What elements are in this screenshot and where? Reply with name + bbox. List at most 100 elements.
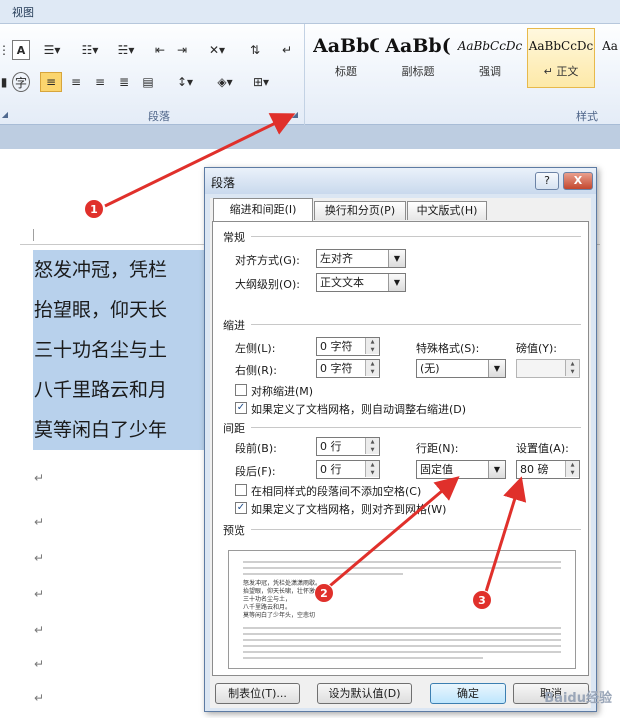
dialog-launcher-icon[interactable]: ◢ [290, 110, 300, 120]
line-spacing-select[interactable]: 固定值 ▼ [416, 460, 506, 479]
line-spacing-icon[interactable]: ↕▾ [170, 72, 200, 92]
space-before-input[interactable]: 0 行 ▲ ▼ [316, 437, 380, 456]
spin-up-icon[interactable]: ▲ [565, 461, 579, 469]
special-indent-label: 特殊格式(S): [416, 342, 480, 355]
highlight-icon[interactable]: ▮ [0, 72, 8, 92]
style-name: 标题 [335, 65, 357, 78]
style-heading[interactable]: AaBbC( 标题 [312, 28, 380, 88]
outline-level-select[interactable]: 正文文本 ▼ [316, 273, 406, 292]
chevron-down-icon: ▼ [388, 250, 405, 267]
outline-level-label: 大纲级别(O): [235, 278, 300, 291]
indent-by-input[interactable]: ▲ ▼ [516, 359, 580, 378]
doc-line[interactable]: 抬望眼，仰天长 [33, 290, 205, 330]
left-indent-label: 左侧(L): [235, 342, 276, 355]
decrease-indent-icon[interactable]: ⇤ [150, 40, 170, 60]
shading-icon[interactable]: ◈▾ [210, 72, 240, 92]
style-normal[interactable]: AaBbCcDc ↵ 正文 [527, 28, 595, 88]
right-indent-value: 0 字符 [320, 362, 353, 375]
spin-up-icon[interactable]: ▲ [565, 360, 579, 368]
justify-icon[interactable]: ≣ [114, 72, 134, 92]
font-color-icon[interactable]: ⋮ [0, 40, 10, 60]
alignment-select[interactable]: 左对齐 ▼ [316, 249, 406, 268]
chevron-down-icon: ▼ [488, 360, 505, 377]
paragraph-mark: ↵ [34, 471, 45, 485]
close-button[interactable]: X [563, 172, 593, 190]
tab-view[interactable]: 视图 [12, 4, 34, 20]
sort-icon[interactable]: ⇅ [244, 40, 266, 60]
special-indent-select[interactable]: (无) ▼ [416, 359, 506, 378]
style-preview: AaBbCcDc [457, 39, 523, 53]
ribbon-tab-bar: 视图 [0, 0, 620, 24]
paragraph-group-label: 段落 [148, 110, 170, 123]
chinese-layout-icon[interactable]: ✕▾ [202, 40, 232, 60]
style-subtitle[interactable]: AaBb( 副标题 [384, 28, 452, 88]
spacing-at-input[interactable]: 80 磅 ▲ ▼ [516, 460, 580, 479]
char-border-icon[interactable]: A [12, 40, 30, 60]
spin-down-icon[interactable]: ▼ [565, 469, 579, 477]
spin-down-icon[interactable]: ▼ [565, 368, 579, 376]
borders-icon[interactable]: ⊞▾ [246, 72, 276, 92]
spin-up-icon[interactable]: ▲ [365, 360, 379, 368]
tab-asian-typography[interactable]: 中文版式(H) [407, 201, 487, 220]
space-after-input[interactable]: 0 行 ▲ ▼ [316, 460, 380, 479]
style-preview: AaBbCcDc [528, 39, 594, 53]
space-before-label: 段前(B): [235, 442, 277, 455]
align-center-icon[interactable]: ≡ [66, 72, 86, 92]
auto-adjust-label: 如果定义了文档网格，则自动调整右缩进(D) [251, 403, 467, 416]
distributed-icon[interactable]: ▤ [138, 72, 158, 92]
preview-line: 三十功名尘与土， [243, 596, 292, 603]
doc-line[interactable]: 三十功名尘与土 [33, 330, 205, 370]
indent-by-label: 磅值(Y): [516, 342, 558, 355]
preview-prev-para [243, 561, 561, 563]
doc-line[interactable]: 八千里路云和月 [33, 370, 205, 410]
align-left-icon[interactable]: ≡ [40, 72, 62, 92]
marker-3: 3 [472, 590, 492, 610]
spin-up-icon[interactable]: ▲ [365, 461, 379, 469]
style-more[interactable]: Aa [600, 28, 620, 88]
auto-adjust-checkbox[interactable]: ✓ [235, 402, 247, 414]
spin-down-icon[interactable]: ▼ [365, 368, 379, 376]
snap-to-grid-label: 如果定义了文档网格，则对齐到网格(W) [251, 503, 447, 516]
snap-to-grid-checkbox[interactable]: ✓ [235, 502, 247, 514]
mirror-indent-checkbox[interactable] [235, 384, 247, 396]
numbering-icon[interactable]: ☷▾ [76, 40, 104, 60]
bullets-icon[interactable]: ☰▾ [38, 40, 66, 60]
enclose-char-icon[interactable]: 字 [12, 72, 30, 92]
help-button[interactable]: ? [535, 172, 559, 190]
paragraph-mark: ↵ [34, 551, 45, 565]
dialog-titlebar[interactable]: 段落 ? X [205, 168, 596, 194]
dialog-body: 缩进和间距(I) 换行和分页(P) 中文版式(H) 常规 对齐方式(G): 左对… [210, 198, 591, 708]
spin-down-icon[interactable]: ▼ [365, 446, 379, 454]
paragraph-mark: ↵ [34, 515, 45, 529]
alignment-label: 对齐方式(G): [235, 254, 300, 267]
spin-down-icon[interactable]: ▼ [365, 346, 379, 354]
show-marks-icon[interactable]: ↵ [280, 40, 294, 60]
spin-down-icon[interactable]: ▼ [365, 469, 379, 477]
multilevel-list-icon[interactable]: ☵▾ [112, 40, 140, 60]
spin-up-icon[interactable]: ▲ [365, 338, 379, 346]
section-indentation: 缩进 [223, 319, 245, 332]
outline-level-value: 正文文本 [320, 276, 364, 289]
no-space-same-style-checkbox[interactable] [235, 484, 247, 496]
ok-button[interactable]: 确定 [430, 683, 506, 704]
increase-indent-icon[interactable]: ⇥ [172, 40, 192, 60]
group-divider [304, 24, 305, 125]
left-indent-input[interactable]: 0 字符 ▲ ▼ [316, 337, 380, 356]
font-launcher-icon[interactable]: ◢ [0, 110, 10, 120]
tabs-button[interactable]: 制表位(T)... [215, 683, 300, 704]
alignment-value: 左对齐 [320, 252, 353, 265]
doc-line[interactable]: 怒发冲冠，凭栏 [33, 250, 205, 290]
tab-line-page-breaks[interactable]: 换行和分页(P) [314, 201, 406, 220]
spin-up-icon[interactable]: ▲ [365, 438, 379, 446]
tab-indents-spacing[interactable]: 缩进和间距(I) [213, 198, 313, 221]
set-default-button[interactable]: 设为默认值(D) [317, 683, 412, 704]
style-preview: Aa [602, 39, 618, 53]
style-name: ↵ 正文 [543, 65, 579, 78]
doc-line[interactable]: 莫等闲白了少年 [33, 410, 205, 450]
preview-next-para [243, 651, 561, 653]
section-divider [251, 236, 581, 237]
align-right-icon[interactable]: ≡ [90, 72, 110, 92]
dialog-title: 段落 [211, 176, 236, 190]
style-emphasis[interactable]: AaBbCcDc 强调 [456, 28, 524, 88]
right-indent-input[interactable]: 0 字符 ▲ ▼ [316, 359, 380, 378]
